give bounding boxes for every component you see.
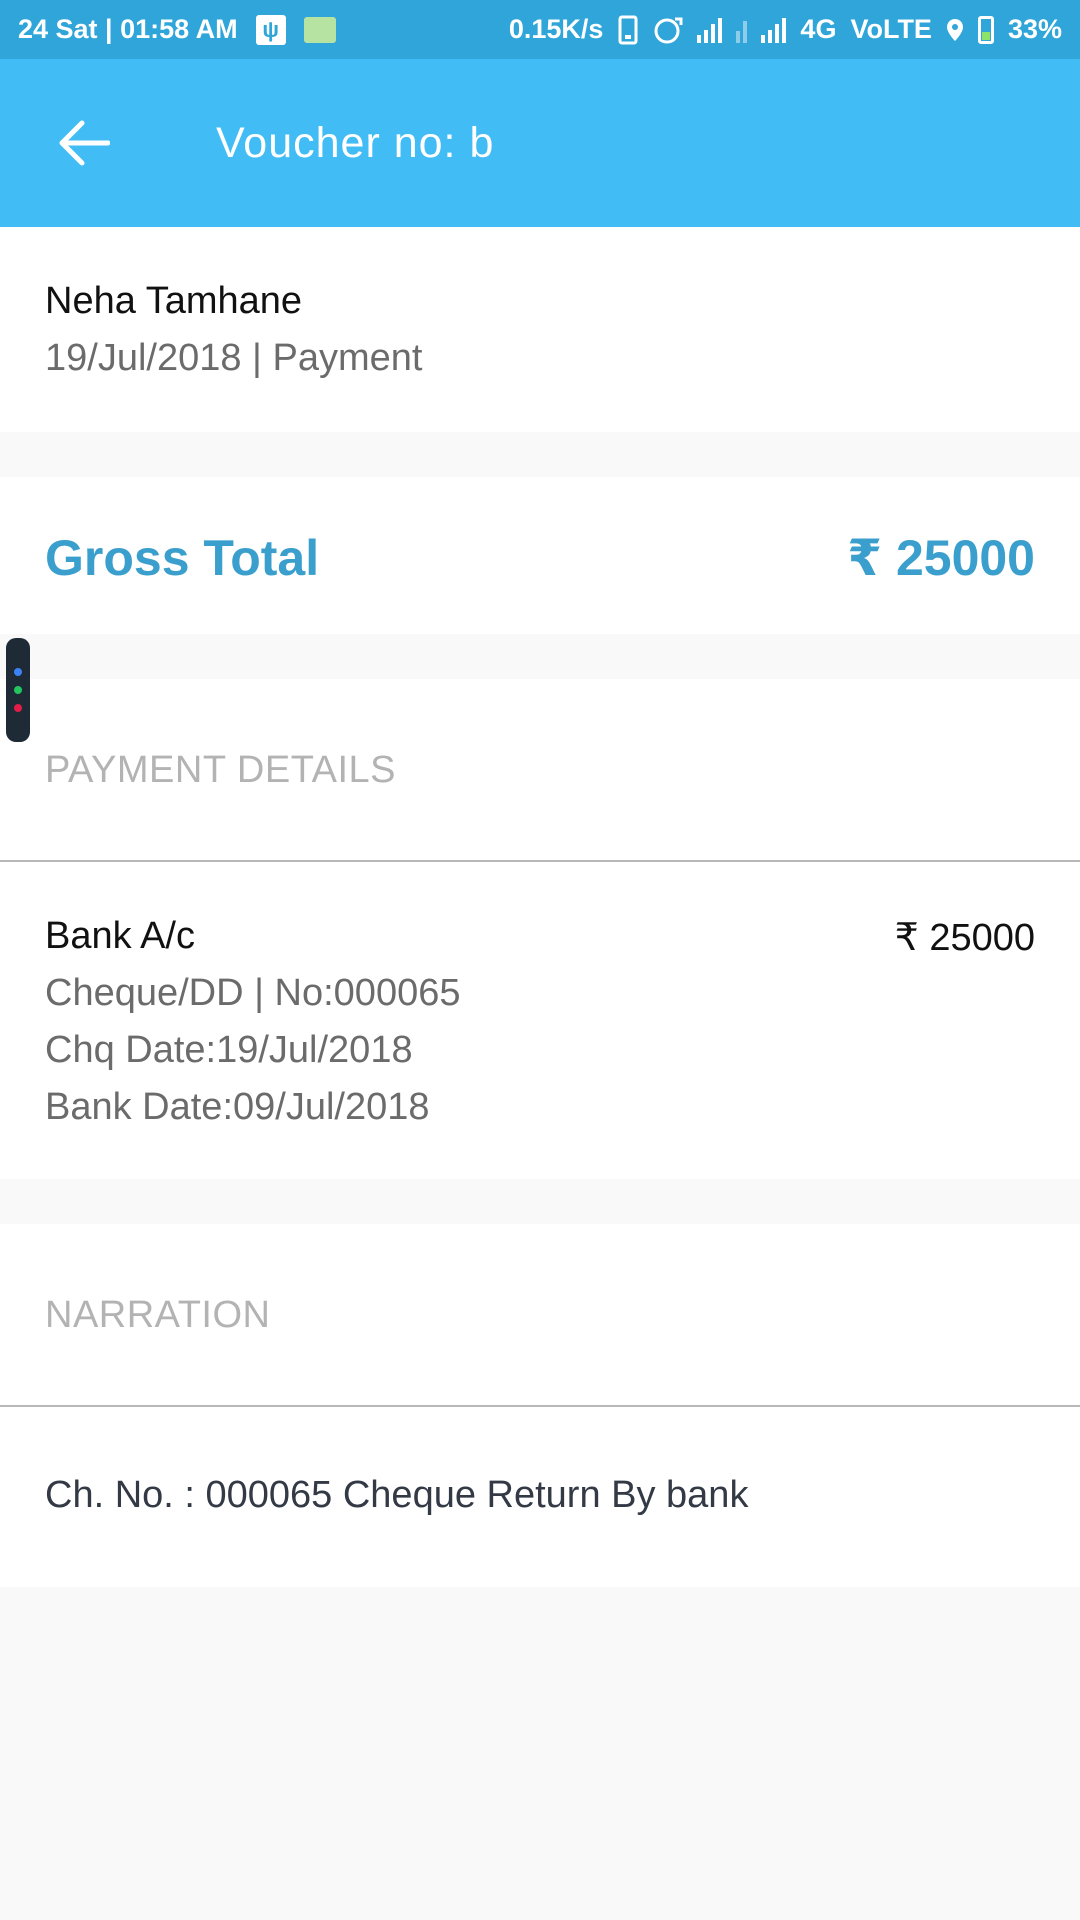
party-name: Neha Tamhane	[45, 280, 303, 322]
gross-total-card: Gross Total ₹ 25000	[0, 477, 1080, 634]
divider	[0, 860, 1080, 862]
payment-details-card: PAYMENT DETAILS Bank A/c ₹ 25000 Cheque/…	[0, 679, 1080, 1179]
vibrate-icon	[617, 15, 639, 45]
signal-icon-3	[761, 17, 787, 43]
volte-label: VoLTE	[850, 14, 932, 44]
cheque-date: Chq Date:19/Jul/2018	[45, 1029, 413, 1071]
android-debug-icon	[303, 16, 336, 43]
arrow-back-icon	[59, 120, 110, 166]
narration-heading: NARRATION	[45, 1294, 271, 1336]
divider	[0, 1405, 1080, 1407]
signal-icon-1	[697, 17, 723, 43]
gross-total-label: Gross Total	[45, 530, 320, 586]
voucher-screen: 24 Sat | 01:58 AM ψ 0.15K/s 4G VoLTE 33%…	[0, 0, 1080, 1920]
bank-date: Bank Date:09/Jul/2018	[45, 1086, 430, 1128]
floating-side-handle[interactable]	[6, 638, 30, 742]
page-title: Voucher no: b	[216, 118, 495, 167]
party-card: Neha Tamhane 19/Jul/2018 | Payment	[0, 227, 1080, 432]
status-datetime: 24 Sat | 01:58 AM	[18, 14, 238, 44]
payment-details-heading: PAYMENT DETAILS	[45, 749, 396, 791]
app-bar: Voucher no: b	[0, 59, 1080, 227]
battery-percent: 33%	[1007, 14, 1062, 44]
payment-account: Bank A/c	[45, 915, 195, 957]
location-icon	[946, 18, 964, 42]
battery-icon	[977, 15, 994, 44]
network-speed: 0.15K/s	[508, 14, 604, 44]
signal-icon-2	[736, 17, 748, 43]
dot-blue	[14, 668, 22, 676]
narration-text: Ch. No. : 000065 Cheque Return By bank	[45, 1474, 749, 1516]
payment-amount: ₹ 25000	[894, 917, 1035, 959]
voucher-date-type: 19/Jul/2018 | Payment	[45, 337, 423, 379]
dot-green	[14, 686, 22, 694]
status-bar: 24 Sat | 01:58 AM ψ 0.15K/s 4G VoLTE 33%	[0, 0, 1080, 59]
network-type: 4G	[800, 14, 837, 44]
back-button[interactable]	[44, 103, 124, 183]
usb-icon: ψ	[255, 14, 286, 45]
dot-red	[14, 704, 22, 712]
narration-card: NARRATION Ch. No. : 000065 Cheque Return…	[0, 1224, 1080, 1587]
gross-total-value: ₹ 25000	[847, 530, 1035, 586]
payment-mode: Cheque/DD | No:000065	[45, 972, 461, 1014]
alarm-icon	[653, 15, 683, 45]
